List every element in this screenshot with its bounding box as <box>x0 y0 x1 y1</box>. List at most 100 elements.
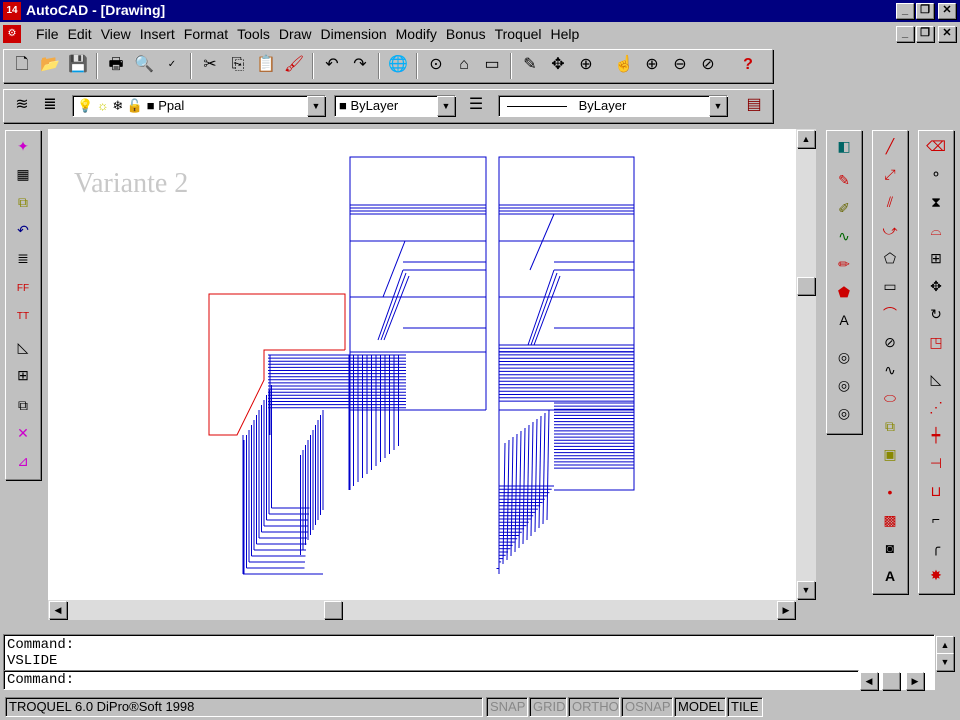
chevron-down-icon[interactable]: ▼ <box>307 96 325 116</box>
lengthen-icon[interactable]: ⋰ <box>923 395 949 421</box>
print-preview-icon[interactable]: 🔍 <box>130 52 158 80</box>
app-icon[interactable]: 14 <box>3 2 21 20</box>
hatch-icon[interactable]: ▩ <box>877 508 903 534</box>
vertical-scroll-thumb[interactable] <box>797 277 815 295</box>
ellipse-icon[interactable]: ⬭ <box>877 386 903 412</box>
print-icon[interactable]: 🖶 <box>102 52 130 80</box>
doc-minimize-button[interactable]: _ <box>896 26 914 42</box>
minimize-button[interactable]: _ <box>896 3 914 19</box>
close-button[interactable]: ✕ <box>938 3 956 19</box>
arc-icon[interactable]: ⌒ <box>877 302 903 328</box>
spline-icon[interactable]: ∿ <box>877 358 903 384</box>
menu-insert[interactable]: Insert <box>136 26 180 42</box>
mirror-icon[interactable]: ⧗ <box>923 190 949 216</box>
document-icon[interactable]: ⚙ <box>3 25 21 43</box>
troquel-tool-11-icon[interactable]: ✕ <box>10 421 36 447</box>
break-icon[interactable]: ⊔ <box>923 479 949 505</box>
copy-object-icon[interactable]: ⚬ <box>923 162 949 188</box>
zoom-window-icon[interactable]: ⊕ <box>638 52 666 80</box>
offset-icon[interactable]: ⌓ <box>923 218 949 244</box>
insert-block-icon[interactable]: ⧉ <box>877 414 903 440</box>
chamfer-icon[interactable]: ⌐ <box>923 507 949 533</box>
polygon-icon[interactable]: ⬠ <box>877 246 903 272</box>
stretch-icon[interactable]: ◺ <box>923 367 949 393</box>
pan-icon[interactable]: ✥ <box>544 52 572 80</box>
color-combo[interactable]: ■ ByLayer ▼ <box>334 95 456 117</box>
troquel-tool-5-icon[interactable]: ≣ <box>10 246 36 272</box>
chevron-down-icon[interactable]: ▼ <box>437 96 455 116</box>
menu-bonus[interactable]: Bonus <box>442 26 491 42</box>
doc-close-button[interactable]: ✕ <box>938 26 956 42</box>
scroll-left-icon[interactable]: ◀ <box>49 601 67 619</box>
menu-file[interactable]: File <box>32 26 64 42</box>
model-toggle[interactable]: MODEL <box>674 697 726 717</box>
menu-help[interactable]: Help <box>547 26 585 42</box>
horizontal-scrollbar[interactable]: ◀ ▶ <box>48 600 796 620</box>
rectangle-icon[interactable]: ▭ <box>877 274 903 300</box>
scale-icon[interactable]: ◳ <box>923 330 949 356</box>
scroll-down-icon[interactable]: ▼ <box>797 581 815 599</box>
linetype-icon[interactable]: ☰ <box>462 92 490 120</box>
zoom-previous-icon[interactable]: ⊖ <box>666 52 694 80</box>
spline-edit-icon[interactable]: ∿ <box>831 224 857 250</box>
doc-restore-button[interactable]: ❐ <box>916 26 934 42</box>
undo-icon[interactable]: ↶ <box>318 52 346 80</box>
save-icon[interactable]: 💾 <box>64 52 92 80</box>
fillet-icon[interactable]: ╭ <box>923 535 949 561</box>
troquel-tool-9-icon[interactable]: ⊞ <box>10 363 36 389</box>
menu-troquel[interactable]: Troquel <box>491 26 547 42</box>
snap-toggle[interactable]: SNAP <box>486 697 528 717</box>
snap-1-icon[interactable]: ◎ <box>831 345 857 371</box>
circle-icon[interactable]: ⊘ <box>877 330 903 356</box>
troquel-tool-6-icon[interactable]: FF <box>10 277 36 303</box>
menu-edit[interactable]: Edit <box>64 26 97 42</box>
open-icon[interactable]: 📂 <box>36 52 64 80</box>
layers-icon[interactable]: ≣ <box>36 92 64 120</box>
menu-view[interactable]: View <box>97 26 136 42</box>
menu-format[interactable]: Format <box>180 26 233 42</box>
linetype-combo[interactable]: ByLayer ▼ <box>498 95 728 117</box>
web-icon[interactable]: 🌐 <box>384 52 412 80</box>
troquel-tool-1-icon[interactable]: ✦ <box>10 134 36 160</box>
scroll-thumb[interactable] <box>882 672 900 690</box>
move-icon[interactable]: ✥ <box>923 274 949 300</box>
troquel-tool-2-icon[interactable]: ▦ <box>10 162 36 188</box>
construction-line-icon[interactable]: ⤢ <box>877 162 903 188</box>
line-icon[interactable]: ╱ <box>877 134 903 160</box>
array-icon[interactable]: ⊞ <box>923 246 949 272</box>
explode-icon[interactable]: ✸ <box>923 563 949 589</box>
scroll-right-icon[interactable]: ▶ <box>777 601 795 619</box>
properties-icon[interactable]: ▤ <box>740 92 768 120</box>
rotate-icon[interactable]: ↻ <box>923 302 949 328</box>
help-icon[interactable]: ? <box>734 52 762 80</box>
osnap-toggle[interactable]: OSNAP <box>621 697 673 717</box>
multiline-text-icon[interactable]: A <box>877 564 903 590</box>
scroll-down-icon[interactable]: ▼ <box>936 653 954 671</box>
spelling-icon[interactable]: ✓ <box>158 52 186 80</box>
menu-tools[interactable]: Tools <box>233 26 275 42</box>
copy-icon[interactable]: ⎘ <box>224 52 252 80</box>
zoom-extents-icon[interactable]: ⊘ <box>694 52 722 80</box>
scroll-left-icon[interactable]: ◀ <box>860 672 878 690</box>
menu-dimension[interactable]: Dimension <box>317 26 392 42</box>
redo-icon[interactable]: ↷ <box>346 52 374 80</box>
cut-icon[interactable]: ✂ <box>196 52 224 80</box>
troquel-tool-7-icon[interactable]: TT <box>10 305 36 331</box>
redraw-icon[interactable]: ✎ <box>516 52 544 80</box>
aerial-view-icon[interactable]: ☝ <box>610 52 638 80</box>
troquel-tool-10-icon[interactable]: ⧉ <box>10 393 36 419</box>
troquel-tool-12-icon[interactable]: ⊿ <box>10 449 36 475</box>
hatch-edit-icon[interactable]: ⬟ <box>831 280 857 306</box>
tile-toggle[interactable]: TILE <box>727 697 763 717</box>
zoom-realtime-icon[interactable]: ⊕ <box>572 52 600 80</box>
scroll-right-icon[interactable]: ▶ <box>906 672 924 690</box>
grid-toggle[interactable]: GRID <box>529 697 567 717</box>
menu-modify[interactable]: Modify <box>392 26 442 42</box>
command-input[interactable]: Command: <box>3 670 859 690</box>
snap-3-icon[interactable]: ◎ <box>831 401 857 427</box>
edit-icon[interactable]: ✎ <box>831 168 857 194</box>
new-icon[interactable]: 🗋 <box>8 52 36 80</box>
chevron-down-icon[interactable]: ▼ <box>709 96 727 116</box>
restore-button[interactable]: ❐ <box>916 3 934 19</box>
troquel-tool-4-icon[interactable]: ↶ <box>10 218 36 244</box>
